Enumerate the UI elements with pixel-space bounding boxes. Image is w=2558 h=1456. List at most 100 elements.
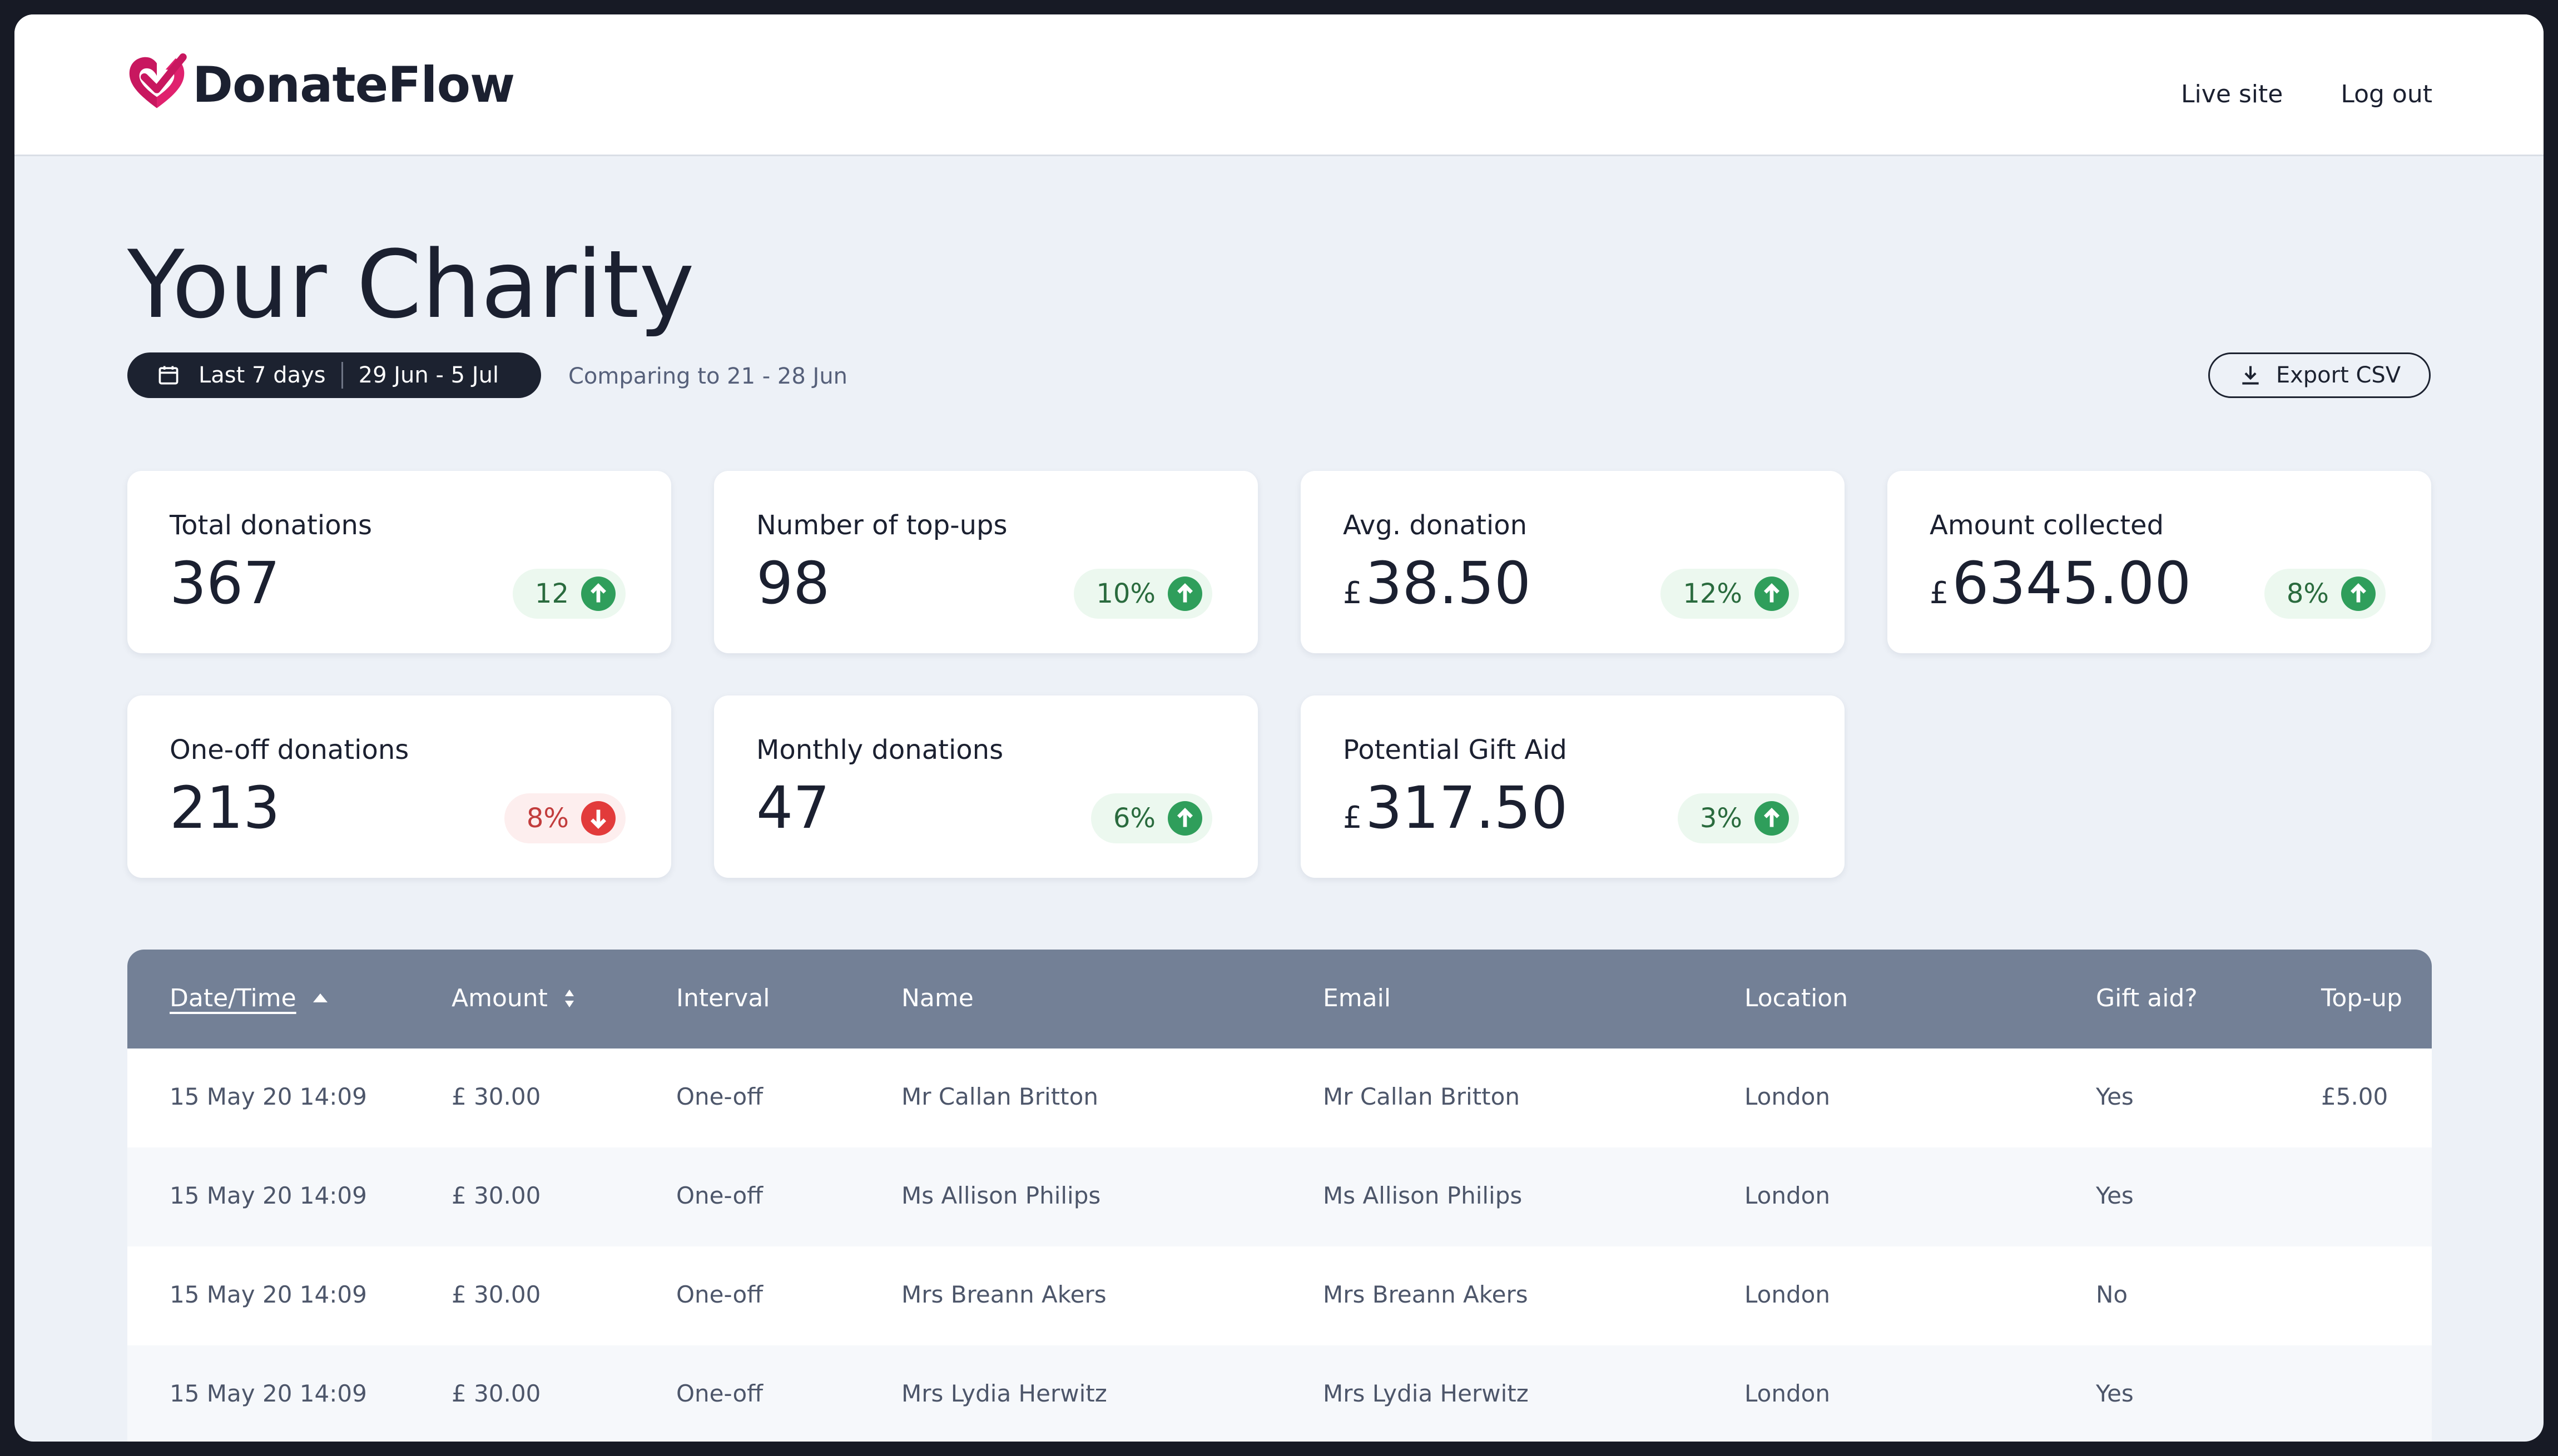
logo[interactable]: DonateFlow [126,53,515,116]
cell-gift-aid: No [2096,1281,2128,1308]
arrow-down-icon [581,801,616,836]
stat-value: 98 [756,554,830,612]
stat-number: 213 [170,774,280,842]
change-value: 12 [534,578,569,609]
change-value: 8% [526,803,569,834]
stat-number: 38.50 [1365,549,1531,617]
stat-card-amount-collected: Amount collected £6345.00 8% [1887,471,2431,653]
arrow-up-icon [1168,577,1202,611]
cell-date-time: 15 May 20 14:09 [170,1380,367,1407]
stat-label: Avg. donation [1343,510,1528,541]
donations-table: Date/Time Amount Interval Name Email Loc… [127,950,2432,1442]
table-row[interactable]: 15 May 20 14:09 £ 30.00 One-off Ms Allis… [127,1147,2432,1246]
currency-symbol: £ [1343,800,1362,835]
arrow-up-icon [1754,801,1789,836]
stat-label: One-off donations [170,734,409,766]
cell-location: London [1744,1380,1830,1407]
comparison-text: Comparing to 21 - 28 Jun [568,364,848,389]
cell-email: Mr Callan Britton [1323,1083,1520,1110]
column-label: Gift aid? [2096,984,2198,1012]
column-header-amount[interactable]: Amount [452,984,576,1012]
stat-label: Potential Gift Aid [1343,734,1567,766]
cell-name: Mr Callan Britton [901,1083,1098,1110]
cell-name: Ms Allison Philips [901,1182,1101,1209]
stat-number: 317.50 [1365,774,1568,842]
table-row[interactable]: 15 May 20 14:09 £ 30.00 One-off Mrs Brea… [127,1246,2432,1345]
sort-icon [564,989,574,1007]
export-csv-button[interactable]: Export CSV [2208,352,2431,398]
stat-label: Total donations [170,510,372,541]
log-out-link[interactable]: Log out [2341,80,2432,108]
cell-gift-aid: Yes [2096,1380,2134,1407]
cell-location: London [1744,1281,1830,1308]
cell-date-time: 15 May 20 14:09 [170,1281,367,1308]
cell-interval: One-off [676,1380,764,1407]
change-value: 6% [1113,803,1156,834]
stat-number: 6345.00 [1952,549,2192,617]
arrow-up-icon [1754,577,1789,611]
change-badge: 8% [504,793,626,843]
top-navigation-bar: DonateFlow Live site Log out [14,14,2544,156]
stat-value: £317.50 [1343,779,1568,837]
cell-interval: One-off [676,1281,764,1308]
change-value: 8% [2286,578,2329,609]
stat-value: 47 [756,779,830,837]
cell-name: Mrs Breann Akers [901,1281,1107,1308]
stat-value: 367 [170,554,280,612]
change-badge: 8% [2264,569,2386,619]
date-range-selector[interactable]: Last 7 days 29 Jun - 5 Jul [127,352,541,398]
live-site-link[interactable]: Live site [2181,80,2283,108]
column-header-email[interactable]: Email [1323,984,1391,1012]
stat-number: 47 [756,774,830,842]
stat-card-avg-donation: Avg. donation £38.50 12% [1301,471,1845,653]
column-label: Top-up [2321,984,2402,1012]
column-header-top-up[interactable]: Top-up [2321,984,2402,1012]
column-header-location[interactable]: Location [1744,984,1848,1012]
change-value: 12% [1683,578,1742,609]
stat-card-total-donations: Total donations 367 12 [127,471,671,653]
cell-top-up: £5.00 [2321,1083,2388,1110]
column-label: Interval [676,984,770,1012]
change-badge: 12% [1660,569,1799,619]
stat-value: 213 [170,779,280,837]
sort-ascending-icon [313,993,328,1002]
cell-gift-aid: Yes [2096,1083,2134,1110]
stat-card-gift-aid: Potential Gift Aid £317.50 3% [1301,695,1845,878]
stat-card-top-ups: Number of top-ups 98 10% [714,471,1258,653]
cell-amount: £ 30.00 [452,1380,541,1407]
cell-location: London [1744,1083,1830,1110]
currency-symbol: £ [1343,575,1362,610]
table-row[interactable]: 15 May 20 14:09 £ 30.00 One-off Mrs Lydi… [127,1345,2432,1442]
change-badge: 6% [1090,793,1212,843]
change-value: 10% [1096,578,1156,609]
column-header-interval[interactable]: Interval [676,984,770,1012]
cell-interval: One-off [676,1083,764,1110]
column-label: Amount [452,984,548,1012]
table-row[interactable]: 15 May 20 14:09 £ 30.00 One-off Mr Calla… [127,1048,2432,1147]
heart-check-logo-icon [129,53,187,108]
stat-label: Monthly donations [756,734,1004,766]
cell-amount: £ 30.00 [452,1083,541,1110]
date-range-dates: 29 Jun - 5 Jul [358,362,499,388]
currency-symbol: £ [1930,575,1949,610]
header-nav: Live site Log out [2181,80,2432,108]
column-header-name[interactable]: Name [901,984,974,1012]
stat-label: Amount collected [1930,510,2164,541]
cell-email: Ms Allison Philips [1323,1182,1523,1209]
cell-email: Mrs Breann Akers [1323,1281,1528,1308]
calendar-icon [158,366,179,385]
date-range-label: Last 7 days [199,362,326,388]
column-header-gift-aid[interactable]: Gift aid? [2096,984,2198,1012]
stat-value: £38.50 [1343,554,1531,612]
column-header-date-time[interactable]: Date/Time [170,984,329,1012]
arrow-up-icon [581,577,616,611]
cell-gift-aid: Yes [2096,1182,2134,1209]
cell-date-time: 15 May 20 14:09 [170,1182,367,1209]
stat-number: 367 [170,549,280,617]
stat-label: Number of top-ups [756,510,1008,541]
export-csv-label: Export CSV [2276,362,2401,388]
cell-name: Mrs Lydia Herwitz [901,1380,1107,1407]
cell-date-time: 15 May 20 14:09 [170,1083,367,1110]
change-badge: 3% [1677,793,1799,843]
change-badge: 10% [1074,569,1212,619]
